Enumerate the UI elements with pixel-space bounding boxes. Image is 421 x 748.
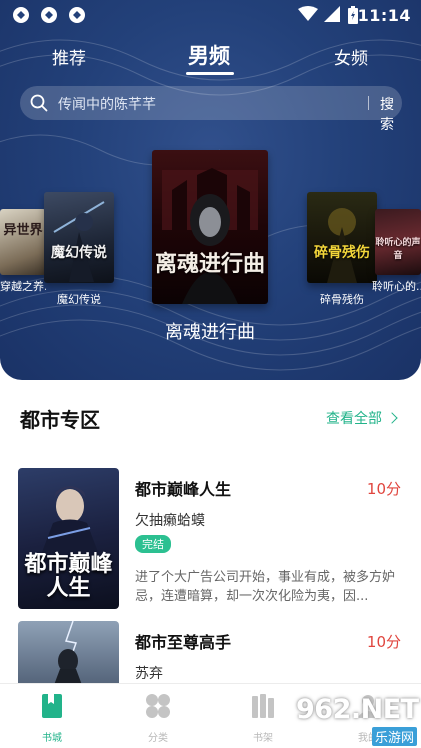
search-button[interactable]: 搜索 bbox=[380, 94, 402, 134]
cover-art bbox=[54, 621, 82, 683]
book-icon bbox=[42, 694, 62, 718]
grid-icon bbox=[146, 694, 170, 718]
nav-label: 分类 bbox=[148, 733, 168, 744]
category-tabs: 推荐 男频 女频 bbox=[0, 38, 421, 78]
active-tab-indicator bbox=[186, 72, 234, 75]
book-cover[interactable]: 聆听心的声音 bbox=[375, 209, 421, 275]
book-score: 10分 bbox=[366, 633, 401, 651]
book-author: 苏弃 bbox=[135, 666, 163, 682]
chevron-right-icon bbox=[386, 412, 398, 424]
search-bar[interactable]: 传闻中的陈芊芊 搜索 bbox=[20, 86, 402, 133]
notification-icon bbox=[13, 7, 29, 23]
book-list-item[interactable]: 都市至尊高手 10分 苏弃 bbox=[0, 621, 421, 683]
notification-icon bbox=[69, 7, 85, 23]
bookshelf-icon bbox=[252, 694, 274, 718]
cover-art bbox=[162, 168, 258, 304]
cover-title: 碎骨残伤 bbox=[314, 245, 370, 261]
nav-bookshelf[interactable]: 书架 bbox=[233, 692, 293, 744]
view-all-label: 查看全部 bbox=[326, 411, 382, 427]
featured-book-caption[interactable]: 离魂进行曲 bbox=[145, 318, 275, 344]
book-author: 欠抽癞蛤蟆 bbox=[135, 513, 205, 529]
status-badge: 完结 bbox=[135, 535, 171, 553]
view-all-link[interactable]: 查看全部 bbox=[326, 408, 398, 428]
search-icon bbox=[30, 94, 48, 112]
book-title[interactable]: 都市巅峰人生 bbox=[135, 476, 231, 500]
book-cover[interactable]: 魔幻传说 bbox=[44, 192, 114, 283]
book-description: 进了个大广告公司开始，事业有成，被多方妒忌，连遭暗算，却一次次化险为夷，因... bbox=[135, 570, 396, 604]
tab-male[interactable]: 男频 bbox=[188, 40, 230, 70]
cover-title: 离魂进行曲 bbox=[154, 251, 265, 277]
book-title[interactable]: 都市至尊高手 bbox=[135, 629, 231, 653]
book-thumbnail[interactable] bbox=[18, 621, 119, 683]
watermark-logo: 962.NET 乐游网 bbox=[286, 692, 421, 748]
cover-title: 魔幻传说 bbox=[51, 245, 107, 261]
status-time: 11:14 bbox=[357, 6, 411, 25]
notification-icon bbox=[41, 7, 57, 23]
cover-title: 异世界 bbox=[3, 223, 43, 238]
book-cover[interactable]: 碎骨残伤 bbox=[307, 192, 377, 283]
search-divider bbox=[368, 96, 369, 110]
tab-female[interactable]: 女频 bbox=[334, 44, 368, 69]
nav-category[interactable]: 分类 bbox=[128, 692, 188, 744]
nav-bookstore[interactable]: 书城 bbox=[22, 692, 82, 744]
featured-book-cover[interactable]: 离魂进行曲 bbox=[152, 150, 268, 304]
signal-icon bbox=[324, 6, 340, 22]
status-bar: 11:14 bbox=[0, 0, 421, 30]
book-caption[interactable]: 魔幻传说 bbox=[44, 291, 114, 307]
book-score: 10分 bbox=[366, 480, 401, 498]
book-caption[interactable]: 聆听心的... bbox=[372, 278, 421, 294]
wifi-icon bbox=[298, 6, 318, 21]
watermark-subtext: 乐游网 bbox=[372, 727, 418, 746]
cover-title: 聆听心的声音 bbox=[375, 238, 421, 261]
nav-label: 书城 bbox=[42, 733, 62, 744]
cover-title: 都市巅峰人生 bbox=[24, 551, 113, 601]
cover-art bbox=[327, 208, 357, 283]
book-cover[interactable]: 异世界 bbox=[0, 209, 46, 275]
book-thumbnail[interactable]: 都市巅峰人生 bbox=[18, 468, 119, 609]
cover-art bbox=[53, 201, 105, 282]
watermark-text: 962.NET bbox=[296, 694, 419, 725]
nav-label: 书架 bbox=[253, 733, 273, 744]
book-caption[interactable]: 碎骨残伤 bbox=[307, 291, 377, 307]
tab-recommend[interactable]: 推荐 bbox=[52, 44, 86, 69]
search-input[interactable]: 传闻中的陈芊芊 bbox=[58, 94, 156, 114]
book-list-item[interactable]: 都市巅峰人生 都市巅峰人生 10分 欠抽癞蛤蟆 完结 进了个大广告公司开始，事业… bbox=[0, 468, 421, 609]
book-caption[interactable]: 穿越之养... bbox=[0, 278, 46, 294]
section-title: 都市专区 bbox=[20, 408, 100, 432]
battery-icon bbox=[348, 6, 358, 24]
